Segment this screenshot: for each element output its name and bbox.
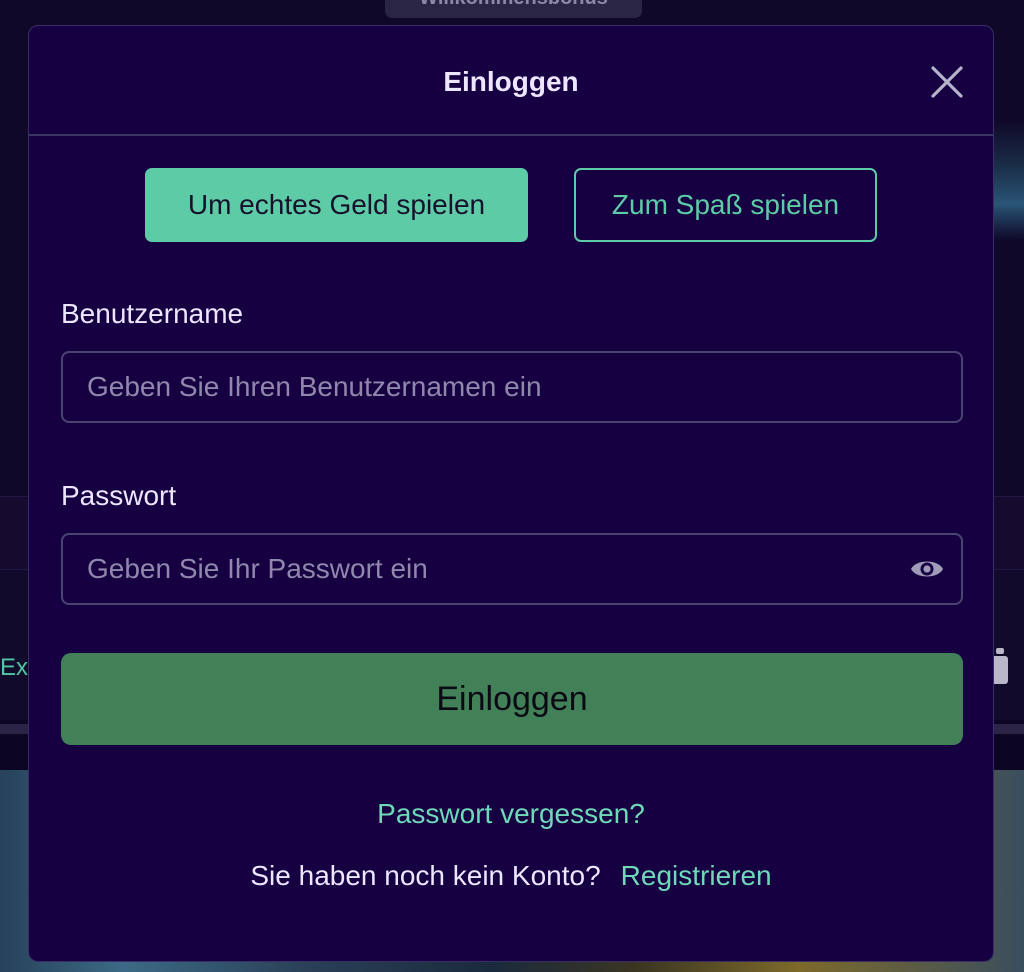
register-link[interactable]: Registrieren (621, 860, 772, 891)
register-row: Sie haben noch kein Konto? Registrieren (29, 860, 993, 892)
username-input[interactable] (87, 353, 907, 421)
background-decoration (990, 120, 1024, 240)
bottle-icon (992, 648, 1008, 684)
username-label: Benutzername (61, 298, 244, 329)
eye-icon (911, 561, 943, 577)
modal-header: Einloggen (29, 26, 993, 136)
no-account-text: Sie haben noch kein Konto? (250, 860, 601, 891)
close-icon (931, 66, 963, 98)
show-password-button[interactable] (909, 554, 945, 584)
close-button[interactable] (929, 64, 965, 100)
login-submit-button[interactable]: Einloggen (61, 653, 963, 745)
password-label: Passwort (61, 480, 177, 511)
real-money-button[interactable]: Um echtes Geld spielen (145, 168, 528, 242)
password-field-wrapper (61, 533, 963, 605)
password-input[interactable] (87, 535, 907, 603)
modal-title: Einloggen (443, 66, 579, 97)
forgot-password-link[interactable]: Passwort vergessen? (29, 798, 993, 830)
username-field-wrapper (61, 351, 963, 423)
welcome-bonus-tab[interactable]: Willkommensbonus (385, 0, 642, 18)
play-for-fun-button[interactable]: Zum Spaß spielen (574, 168, 877, 242)
play-mode-toggle: Um echtes Geld spielen Zum Spaß spielen (29, 168, 993, 242)
login-modal: Einloggen Um echtes Geld spielen Zum Spa… (28, 25, 994, 962)
